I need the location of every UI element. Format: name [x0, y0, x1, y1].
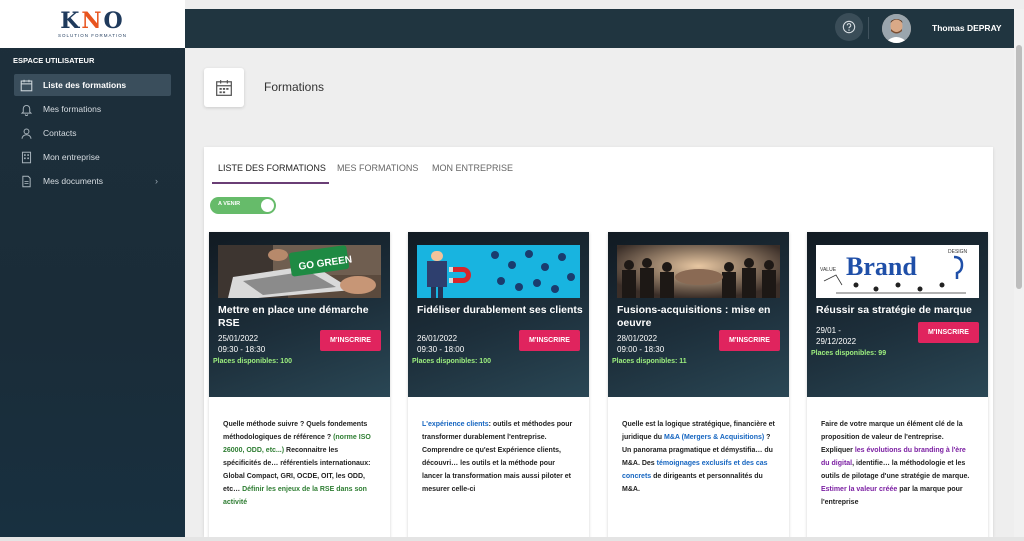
sidebar-item-label: Mon entreprise	[43, 152, 100, 162]
avatar[interactable]	[882, 14, 911, 43]
brand-sketch-image: Brand DESIGN VALUE	[816, 245, 979, 298]
bell-icon	[20, 104, 33, 116]
card-image	[417, 245, 580, 298]
card-description: Faire de votre marque un élément clé de …	[821, 418, 976, 509]
card-header: Fidéliser durablement ses clients 26/01/…	[408, 232, 589, 397]
places-disponibles: Places disponibles: 100	[412, 358, 491, 365]
magnet-clients-image	[417, 245, 580, 298]
sidebar: KNO SOLUTION FORMATION ESPACE UTILISATEU…	[0, 0, 185, 541]
card-time: 09:00 - 18:30	[617, 345, 665, 354]
desc-highlight: Estimer la valeur créée	[821, 486, 898, 493]
calendar-icon	[20, 79, 33, 91]
sidebar-item-mon-entreprise[interactable]: Mon entreprise	[14, 146, 171, 168]
card-description: L'expérience clients: outils et méthodes…	[422, 418, 577, 496]
top-bar: Thomas DEPRAY	[185, 9, 1014, 48]
formation-card[interactable]: Brand DESIGN VALUE Réussir sa stratégie …	[807, 232, 988, 541]
card-title: Fusions-acquisitions : mise en oeuvre	[617, 304, 771, 329]
sidebar-item-label: Liste des formations	[43, 80, 127, 90]
user-photo-icon	[882, 14, 911, 43]
building-icon	[21, 151, 32, 163]
sidebar-item-mes-formations[interactable]: Mes formations	[14, 98, 171, 120]
formation-card[interactable]: GO GREEN Mettre en place une démarche RS…	[209, 232, 390, 541]
brand-word: Brand	[846, 252, 917, 281]
tab-mon-entreprise[interactable]: MON ENTREPRISE	[432, 163, 513, 173]
card-time: 09:30 - 18:30	[218, 345, 266, 354]
user-name[interactable]: Thomas DEPRAY	[932, 23, 1002, 33]
help-button[interactable]	[835, 13, 863, 41]
document-icon	[22, 175, 31, 187]
formations-panel: LISTE DES FORMATIONS MES FORMATIONS MON …	[204, 147, 993, 541]
page-icon-box	[204, 68, 244, 107]
desc-text: : outils et méthodes pour transformer du…	[422, 421, 573, 493]
card-image: GO GREEN	[218, 245, 381, 298]
logo[interactable]: KNO SOLUTION FORMATION	[0, 0, 185, 48]
card-header: GO GREEN Mettre en place une démarche RS…	[209, 232, 390, 397]
chevron-right-icon: ›	[155, 176, 158, 186]
page-title: Formations	[264, 80, 325, 94]
inscrire-button[interactable]: M'INSCRIRE	[519, 330, 580, 351]
sidebar-item-mes-documents[interactable]: Mes documents ›	[14, 170, 171, 192]
card-header: Fusions-acquisitions : mise en oeuvre 28…	[608, 232, 789, 397]
value-word: VALUE	[820, 267, 837, 273]
calendar-icon	[216, 79, 232, 96]
card-date: 25/01/2022	[218, 334, 259, 343]
design-word: DESIGN	[948, 249, 968, 255]
laptop-go-green-image: GO GREEN	[218, 245, 381, 298]
scrollbar-thumb[interactable]	[1016, 45, 1022, 289]
divider	[868, 17, 869, 39]
card-title: Fidéliser durablement ses clients	[417, 304, 583, 316]
places-disponibles: Places disponibles: 11	[612, 358, 687, 365]
sidebar-item-label: Mes documents	[43, 176, 103, 186]
sidebar-item-label: Mes formations	[43, 104, 102, 114]
card-date: 28/01/2022	[617, 334, 658, 343]
desc-highlight: Définir les enjeux de la RSE dans son ac…	[223, 486, 367, 506]
sidebar-item-liste-des-formations[interactable]: Liste des formations	[14, 74, 171, 96]
card-description: Quelle est la logique stratégique, finan…	[622, 418, 777, 496]
card-date: 26/01/2022	[417, 334, 458, 343]
tab-mes-formations[interactable]: MES FORMATIONS	[337, 163, 418, 173]
bottom-edge	[0, 537, 1024, 541]
scrollbar[interactable]	[1014, 9, 1024, 541]
tab-liste-des-formations[interactable]: LISTE DES FORMATIONS	[218, 163, 326, 173]
formation-card[interactable]: Fidéliser durablement ses clients 26/01/…	[408, 232, 589, 541]
logo-tagline: SOLUTION FORMATION	[58, 33, 127, 38]
a-venir-toggle[interactable]: A VENIR	[210, 197, 276, 214]
inscrire-button[interactable]: M'INSCRIRE	[918, 322, 979, 343]
card-title: Réussir sa stratégie de marque	[816, 304, 972, 316]
card-header: Brand DESIGN VALUE Réussir sa stratégie …	[807, 232, 988, 397]
places-disponibles: Places disponibles: 100	[213, 358, 292, 365]
toggle-knob	[261, 199, 274, 212]
inscrire-button[interactable]: M'INSCRIRE	[719, 330, 780, 351]
card-date: 29/01 -	[816, 326, 841, 335]
card-date-end: 29/12/2022	[816, 337, 857, 346]
desc-highlight: L'expérience clients	[422, 421, 489, 428]
sidebar-heading: ESPACE UTILISATEUR	[13, 56, 95, 65]
sidebar-item-contacts[interactable]: Contacts	[14, 122, 171, 144]
business-team-image	[617, 245, 780, 298]
card-image	[617, 245, 780, 298]
desc-highlight: M&A (Mergers & Acquisitions)	[664, 434, 765, 441]
inscrire-button[interactable]: M'INSCRIRE	[320, 330, 381, 351]
toggle-label: A VENIR	[218, 201, 241, 207]
card-title: Mettre en place une démarche RSE	[218, 304, 369, 329]
help-icon	[842, 20, 856, 34]
card-time: 09:30 - 18:00	[417, 345, 465, 354]
places-disponibles: Places disponibles: 99	[811, 350, 887, 357]
card-description: Quelle méthode suivre ? Quels fondements…	[223, 418, 378, 509]
logo-text: KNO	[60, 8, 125, 34]
card-image: Brand DESIGN VALUE	[816, 245, 979, 298]
active-tab-indicator	[212, 182, 329, 184]
formation-card[interactable]: Fusions-acquisitions : mise en oeuvre 28…	[608, 232, 789, 541]
sidebar-item-label: Contacts	[43, 128, 77, 138]
person-icon	[21, 128, 32, 139]
